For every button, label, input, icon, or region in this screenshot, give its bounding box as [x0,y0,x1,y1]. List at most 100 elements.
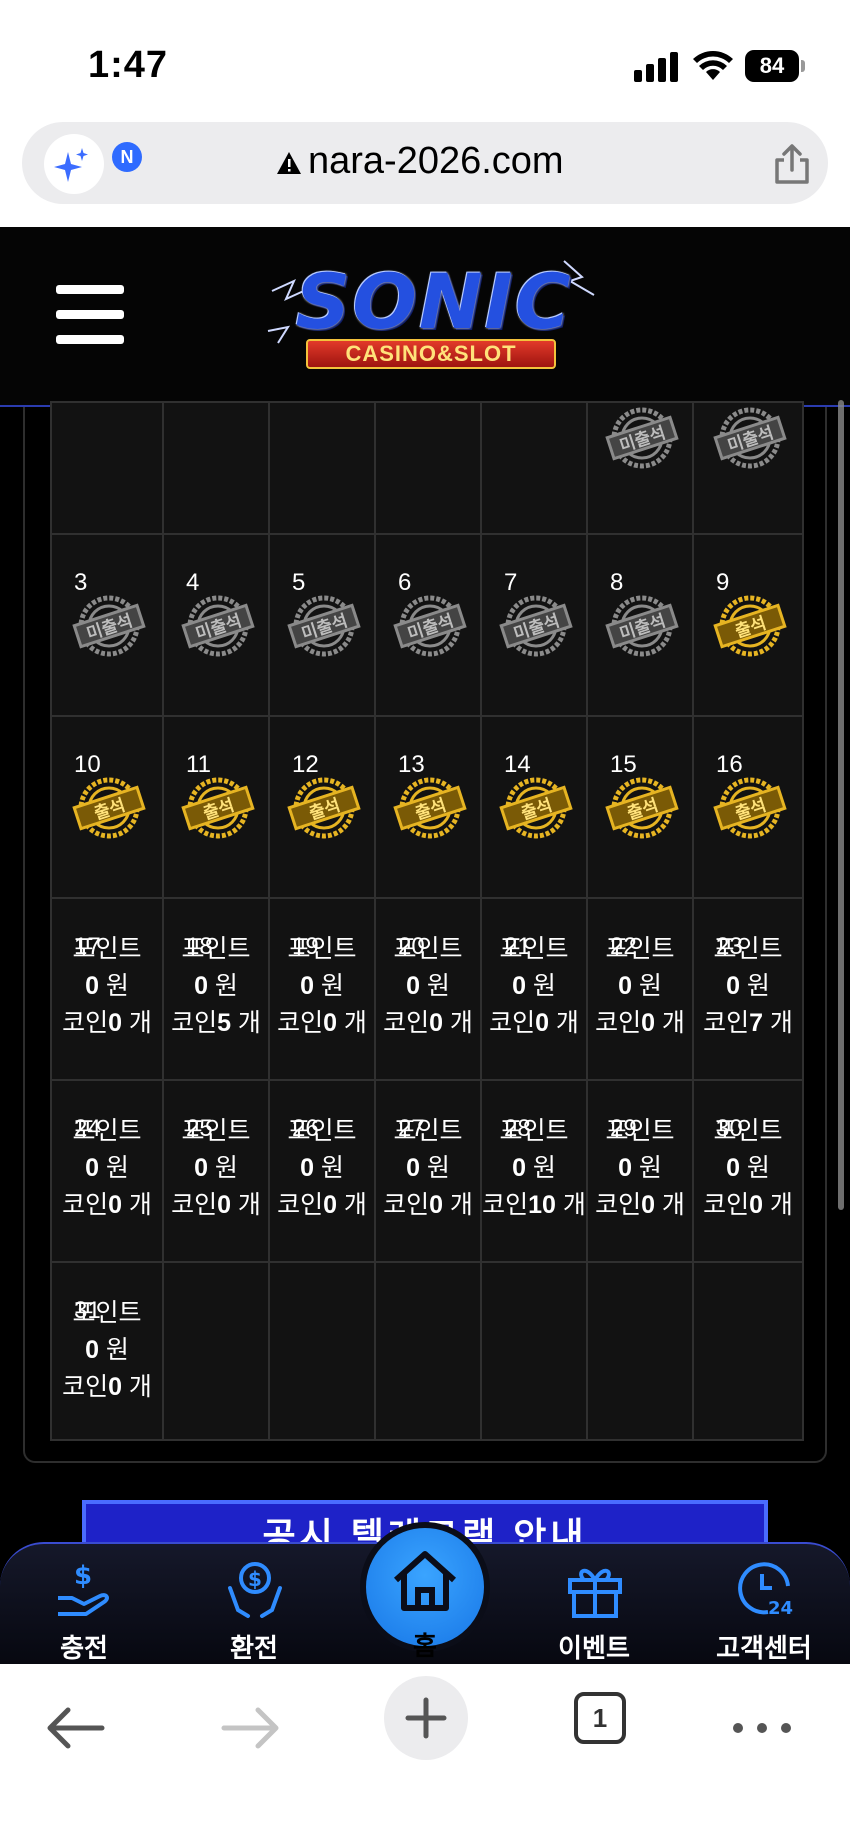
calendar-day-14[interactable]: 14 출석 [480,715,588,899]
calendar-day-22[interactable]: 22 포인트 0 원 코인0 개 [586,897,694,1081]
coin-value: 코인10 개 [482,1191,586,1219]
nav-home[interactable]: 홈 [360,1522,490,1664]
point-value: 0 원 [300,972,344,1000]
absent-stamp-icon: 미출석 [605,593,679,659]
calendar-empty-cell [162,401,270,541]
point-value: 0 원 [194,972,238,1000]
calendar-day-28[interactable]: 28 포인트 0 원 코인10 개 [480,1079,588,1263]
point-value: 0 원 [85,1154,129,1182]
point-label: 포인트 [72,1117,142,1145]
calendar-day-8[interactable]: 8 미출석 [586,533,694,717]
calendar-day-24[interactable]: 24 포인트 0 원 코인0 개 [50,1079,164,1263]
calendar-day-5[interactable]: 5 미출석 [268,533,376,717]
point-value: 0 원 [726,1154,770,1182]
calendar-day-11[interactable]: 11 출석 [162,715,270,899]
site-logo[interactable]: SONIC CASINO&SLOT [264,251,604,371]
attended-stamp-icon: 출석 [72,775,146,841]
coin-value: 코인0 개 [489,1009,579,1037]
battery-level: 84 [745,50,799,82]
calendar-day-20[interactable]: 20 포인트 0 원 코인0 개 [374,897,482,1081]
attended-stamp-icon: 출석 [499,775,573,841]
reward-text: 포인트 0 원 코인0 개 [694,1113,802,1224]
absent-stamp-icon: 미출석 [499,593,573,659]
calendar-day-31[interactable]: 31 포인트 0 원 코인0 개 [50,1261,164,1441]
calendar-day-17[interactable]: 17 포인트 0 원 코인0 개 [50,897,164,1081]
coin-value: 코인0 개 [595,1191,685,1219]
back-icon[interactable] [36,1688,116,1768]
reward-text: 포인트 0 원 코인0 개 [52,1295,162,1406]
more-icon[interactable] [722,1688,802,1768]
new-tab-button[interactable] [384,1676,468,1760]
url-text[interactable]: nara-2026.com [308,140,564,183]
calendar-day-18[interactable]: 18 포인트 0 원 코인5 개 [162,897,270,1081]
coin-value: 코인0 개 [62,1009,152,1037]
calendar-day-3[interactable]: 3 미출석 [50,533,164,717]
calendar-day-10[interactable]: 10 출석 [50,715,164,899]
point-value: 0 원 [726,972,770,1000]
point-value: 0 원 [194,1154,238,1182]
status-time: 1:47 [88,44,169,86]
coin-value: 코인0 개 [277,1009,367,1037]
coin-value: 코인0 개 [62,1191,152,1219]
menu-icon[interactable] [56,285,124,345]
calendar-day-26[interactable]: 26 포인트 0 원 코인0 개 [268,1079,376,1263]
point-value: 0 원 [406,972,450,1000]
calendar-day-7[interactable]: 7 미출석 [480,533,588,717]
nav-event[interactable]: 이벤트 [524,1544,664,1666]
nav-support[interactable]: 24 고객센터 [694,1544,834,1666]
point-label: 포인트 [72,1299,142,1327]
calendar-day-27[interactable]: 27 포인트 0 원 코인0 개 [374,1079,482,1263]
calendar-day-30[interactable]: 30 포인트 0 원 코인0 개 [692,1079,804,1263]
point-value: 0 원 [618,1154,662,1182]
coin-value: 코인7 개 [703,1009,793,1037]
attended-stamp-icon: 출석 [287,775,361,841]
reward-text: 포인트 0 원 코인0 개 [270,931,374,1042]
home-icon [393,1551,457,1611]
calendar-day-13[interactable]: 13 출석 [374,715,482,899]
warning-icon [277,152,301,174]
calendar-empty-cell [480,1261,588,1441]
point-label: 포인트 [713,935,783,963]
calendar-empty-cell [586,1261,694,1441]
coin-value: 코인0 개 [277,1191,367,1219]
point-label: 포인트 [393,1117,463,1145]
calendar-day-15[interactable]: 15 출석 [586,715,694,899]
point-label: 포인트 [499,935,569,963]
coin-value: 코인0 개 [383,1009,473,1037]
calendar-day-23[interactable]: 23 포인트 0 원 코인7 개 [692,897,804,1081]
point-value: 0 원 [85,1336,129,1364]
forward-icon[interactable] [210,1688,290,1768]
absent-stamp-icon: 미출석 [287,593,361,659]
battery-icon: 84 [745,50,805,82]
nav-charge[interactable]: $ 충전 [14,1544,154,1666]
calendar-day-25[interactable]: 25 포인트 0 원 코인0 개 [162,1079,270,1263]
calendar-day-29[interactable]: 29 포인트 0 원 코인0 개 [586,1079,694,1263]
point-label: 포인트 [499,1117,569,1145]
attended-stamp-icon: 출석 [393,775,467,841]
calendar-day-21[interactable]: 21 포인트 0 원 코인0 개 [480,897,588,1081]
reward-text: 포인트 0 원 코인0 개 [270,1113,374,1224]
browser-address-area: N nara-2026.com [0,120,850,227]
ai-assistant-button[interactable]: N [44,134,142,194]
point-label: 포인트 [393,935,463,963]
tab-count-button[interactable]: 1 [574,1692,626,1744]
address-bar[interactable]: N nara-2026.com [22,122,828,204]
scrollbar[interactable] [838,400,844,1210]
coin-value: 코인0 개 [703,1191,793,1219]
calendar-empty-cell [268,1261,376,1441]
nav-support-label: 고객센터 [716,1633,812,1663]
calendar-day-19[interactable]: 19 포인트 0 원 코인0 개 [268,897,376,1081]
reward-text: 포인트 0 원 코인0 개 [482,931,586,1042]
calendar-day-6[interactable]: 6 미출석 [374,533,482,717]
point-label: 포인트 [713,1117,783,1145]
point-value: 0 원 [618,972,662,1000]
calendar-day-4[interactable]: 4 미출석 [162,533,270,717]
calendar-day-16[interactable]: 16 출석 [692,715,804,899]
point-label: 포인트 [287,935,357,963]
share-icon[interactable] [772,142,812,186]
nav-exchange[interactable]: $ 환전 [184,1544,324,1666]
calendar-empty-cell [692,1261,804,1441]
calendar-day-12[interactable]: 12 출석 [268,715,376,899]
calendar-empty-cell: 미출석 [692,401,804,541]
calendar-day-9[interactable]: 9 출석 [692,533,804,717]
